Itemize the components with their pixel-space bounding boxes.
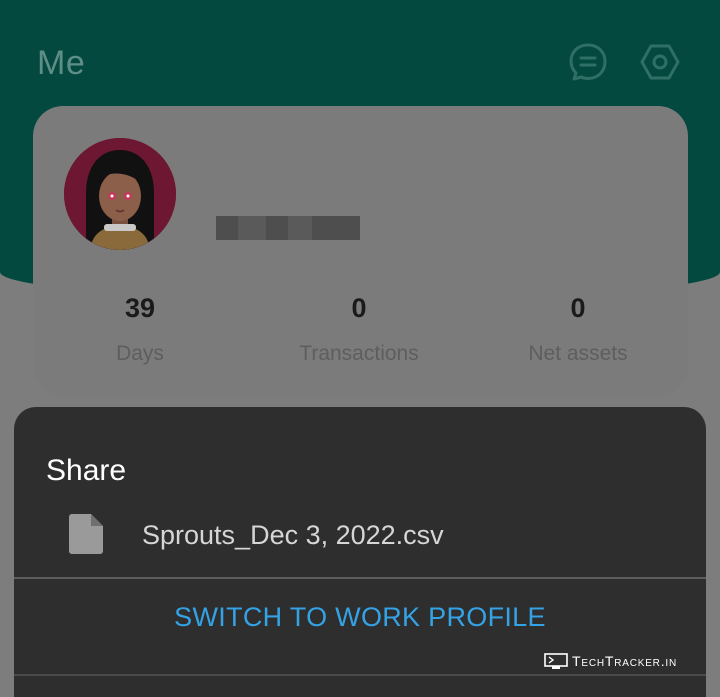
watermark-text: TechTracker.in bbox=[572, 653, 677, 669]
share-title: Share bbox=[46, 454, 127, 487]
stat-value: 0 bbox=[570, 293, 586, 323]
stat-transactions: 0 Transactions bbox=[249, 290, 469, 366]
redacted-username bbox=[216, 216, 360, 240]
stat-net-assets: 0 Net assets bbox=[468, 290, 688, 366]
profile-card: 39 Days 0 Transactions 0 Net assets bbox=[33, 106, 688, 396]
divider bbox=[14, 577, 706, 579]
page-title: Me bbox=[37, 44, 86, 82]
file-icon bbox=[69, 514, 103, 554]
watermark: TechTracker.in bbox=[544, 650, 677, 672]
stat-value: 39 bbox=[124, 293, 156, 323]
stat-days: 39 Days bbox=[30, 290, 250, 366]
stat-label: Transactions bbox=[299, 342, 419, 365]
divider bbox=[14, 674, 706, 676]
settings-icon[interactable] bbox=[640, 42, 680, 82]
chat-icon[interactable] bbox=[568, 42, 608, 82]
switch-to-work-profile-button[interactable]: SWITCH TO WORK PROFILE bbox=[14, 602, 706, 633]
stat-label: Days bbox=[116, 342, 164, 365]
monitor-icon bbox=[544, 652, 568, 669]
stat-label: Net assets bbox=[528, 342, 628, 365]
avatar[interactable] bbox=[64, 138, 176, 250]
stat-value: 0 bbox=[351, 293, 367, 323]
file-name: Sprouts_Dec 3, 2022.csv bbox=[142, 520, 444, 550]
